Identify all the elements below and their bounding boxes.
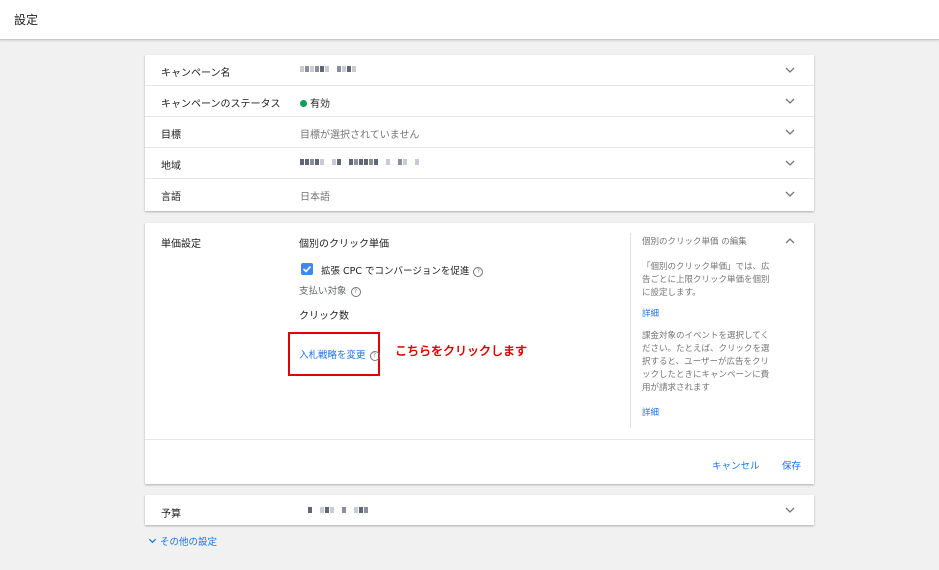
- budget-label: 予算: [161, 509, 181, 520]
- side-panel-title: 個別のクリック単価 の編集: [642, 237, 747, 247]
- chevron-down-icon[interactable]: [784, 158, 796, 168]
- top-bar: 設定: [0, 0, 939, 40]
- chevron-down-icon[interactable]: [784, 505, 796, 515]
- row-label: 地域: [161, 161, 181, 172]
- row-label: 目標: [161, 130, 181, 141]
- change-bid-strategy-label: 入札戦略を変更: [299, 350, 366, 361]
- row-label: キャンペーン名: [161, 68, 231, 79]
- side-panel-help-text: 「個別のクリック単価」では、広告ごとに上限クリック単価を個別に設定します。: [642, 262, 770, 298]
- pay-for-row: 支払い対象?: [299, 283, 361, 297]
- pay-for-value: クリック数: [299, 311, 349, 322]
- general-settings-card: キャンペーン名 キャンペーンのステータス 有効 目標 目標が選択されていません …: [145, 55, 814, 211]
- status-text: 有効: [310, 99, 330, 110]
- learn-more-link[interactable]: 詳細: [642, 406, 659, 418]
- learn-more-link[interactable]: 詳細: [642, 307, 659, 319]
- bidding-card: 単価設定 個別のクリック単価 拡張 CPC でコンバージョンを促進? 支払い対象…: [145, 223, 814, 484]
- enhanced-cpc-label: 拡張 CPC でコンバージョンを促進: [321, 266, 470, 277]
- redacted-value: [300, 157, 420, 168]
- status-value: 有効: [300, 95, 330, 110]
- status-active-dot: [300, 100, 307, 107]
- enhanced-cpc-option[interactable]: 拡張 CPC でコンバージョンを促進?: [321, 263, 484, 277]
- redacted-value: [300, 64, 357, 75]
- locations-redacted: [300, 157, 420, 169]
- settings-row-campaign-name[interactable]: キャンペーン名: [145, 55, 814, 86]
- row-label: 言語: [161, 192, 181, 203]
- budget-card[interactable]: 予算: [145, 495, 814, 525]
- chevron-down-icon[interactable]: [784, 189, 796, 199]
- help-icon[interactable]: ?: [369, 351, 380, 361]
- budget-redacted: [308, 505, 369, 517]
- settings-row-goal[interactable]: 目標 目標が選択されていません: [145, 117, 814, 148]
- pay-for-label: 支払い対象: [299, 286, 347, 297]
- campaign-name-redacted: [300, 64, 357, 76]
- save-button[interactable]: 保存: [782, 458, 801, 472]
- chevron-up-icon[interactable]: [784, 236, 796, 246]
- check-icon: [302, 265, 312, 273]
- chevron-down-icon[interactable]: [784, 65, 796, 75]
- side-panel-divider: [630, 233, 631, 428]
- change-bid-strategy-link[interactable]: 入札戦略を変更?: [299, 347, 380, 361]
- bidding-label: 単価設定: [161, 239, 201, 250]
- row-label: キャンペーンのステータス: [161, 99, 281, 110]
- chevron-down-icon[interactable]: [784, 127, 796, 137]
- settings-row-language[interactable]: 言語 日本語: [145, 179, 814, 211]
- other-settings-link[interactable]: その他の設定: [148, 534, 217, 548]
- settings-row-campaign-status[interactable]: キャンペーンのステータス 有効: [145, 86, 814, 117]
- chevron-down-icon[interactable]: [784, 96, 796, 106]
- bid-strategy-name: 個別のクリック単価: [299, 239, 389, 250]
- cancel-button[interactable]: キャンセル: [712, 458, 760, 472]
- help-icon[interactable]: ?: [473, 267, 484, 277]
- other-settings-label: その他の設定: [160, 537, 218, 548]
- settings-row-locations[interactable]: 地域: [145, 148, 814, 179]
- help-icon[interactable]: ?: [350, 287, 361, 297]
- annotation-text: こちらをクリックします: [395, 344, 528, 358]
- language-value: 日本語: [300, 192, 330, 203]
- goal-value: 目標が選択されていません: [300, 130, 420, 141]
- redacted-value: [308, 505, 369, 516]
- page-title: 設定: [14, 13, 39, 27]
- enhanced-cpc-checkbox[interactable]: [301, 263, 313, 275]
- chevron-down-icon: [148, 538, 157, 544]
- side-panel-help-text: 課金対象のイベントを選択してください。たとえば、クリックを選択すると、ユーザーが…: [642, 331, 770, 393]
- card-footer-divider: [145, 439, 814, 440]
